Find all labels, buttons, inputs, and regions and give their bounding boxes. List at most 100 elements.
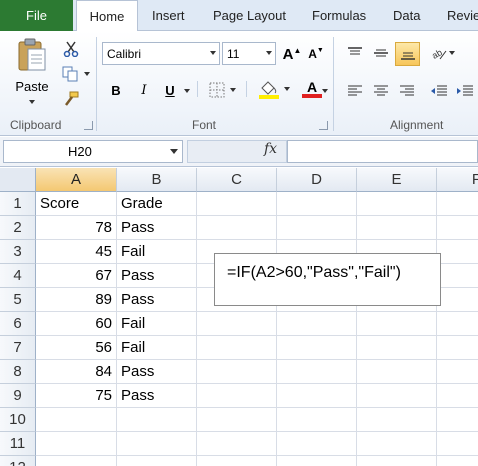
cell-c11[interactable] — [197, 432, 277, 456]
cell-e2[interactable] — [357, 216, 437, 240]
cell-e8[interactable] — [357, 360, 437, 384]
cell-a12[interactable] — [36, 456, 117, 466]
column-header-a[interactable]: A — [36, 168, 117, 192]
column-header-d[interactable]: D — [277, 168, 357, 192]
tab-review[interactable]: Revie — [447, 0, 478, 31]
cell-c7[interactable] — [197, 336, 277, 360]
row-header[interactable]: 11 — [0, 432, 36, 456]
insert-function-button[interactable]: fx — [264, 141, 277, 157]
row-header[interactable]: 10 — [0, 408, 36, 432]
row-header[interactable]: 12 — [0, 456, 36, 466]
cell-b11[interactable] — [117, 432, 197, 456]
cell-a11[interactable] — [36, 432, 117, 456]
cell-d12[interactable] — [277, 456, 357, 466]
italic-button[interactable]: I — [134, 80, 154, 100]
cell-b6[interactable]: Fail — [117, 312, 197, 336]
row-header[interactable]: 6 — [0, 312, 36, 336]
cell-f2[interactable] — [437, 216, 478, 240]
orientation-button[interactable]: ab — [428, 43, 458, 63]
row-header[interactable]: 9 — [0, 384, 36, 408]
fill-color-button[interactable] — [256, 78, 292, 100]
font-color-dropdown-icon[interactable] — [322, 89, 328, 93]
grow-font-button[interactable]: A ▲ — [282, 43, 302, 65]
cell-e1[interactable] — [357, 192, 437, 216]
cell-b4[interactable]: Pass — [117, 264, 197, 288]
cell-f3[interactable] — [437, 240, 478, 264]
align-left-button[interactable] — [344, 81, 366, 101]
cell-c12[interactable] — [197, 456, 277, 466]
cell-e10[interactable] — [357, 408, 437, 432]
cell-f11[interactable] — [437, 432, 478, 456]
cell-b12[interactable] — [117, 456, 197, 466]
cell-c1[interactable] — [197, 192, 277, 216]
row-header[interactable]: 4 — [0, 264, 36, 288]
paste-button[interactable]: Paste — [12, 37, 52, 127]
row-header[interactable]: 1 — [0, 192, 36, 216]
column-header-e[interactable]: E — [357, 168, 437, 192]
select-all-corner[interactable] — [0, 168, 36, 192]
cell-a8[interactable]: 84 — [36, 360, 117, 384]
cell-a4[interactable]: 67 — [36, 264, 117, 288]
cell-e7[interactable] — [357, 336, 437, 360]
row-header[interactable]: 7 — [0, 336, 36, 360]
decrease-indent-button[interactable] — [428, 81, 450, 101]
font-dialog-launcher-icon[interactable] — [319, 121, 328, 130]
tab-home[interactable]: Home — [76, 0, 138, 32]
cell-e6[interactable] — [357, 312, 437, 336]
cell-b9[interactable]: Pass — [117, 384, 197, 408]
cell-a7[interactable]: 56 — [36, 336, 117, 360]
cell-c6[interactable] — [197, 312, 277, 336]
copy-button[interactable] — [60, 64, 92, 84]
name-box-dropdown-icon[interactable] — [170, 149, 178, 154]
cell-d10[interactable] — [277, 408, 357, 432]
cell-d7[interactable] — [277, 336, 357, 360]
cell-d6[interactable] — [277, 312, 357, 336]
cell-a5[interactable]: 89 — [36, 288, 117, 312]
bold-button[interactable]: B — [106, 80, 126, 100]
row-header[interactable]: 2 — [0, 216, 36, 240]
cell-a2[interactable]: 78 — [36, 216, 117, 240]
underline-dropdown-icon[interactable] — [184, 89, 190, 93]
cell-c2[interactable] — [197, 216, 277, 240]
cell-d1[interactable] — [277, 192, 357, 216]
cell-e9[interactable] — [357, 384, 437, 408]
tab-data[interactable]: Data — [393, 0, 420, 31]
cell-f6[interactable] — [437, 312, 478, 336]
cell-b1[interactable]: Grade — [117, 192, 197, 216]
row-header[interactable]: 3 — [0, 240, 36, 264]
font-name-dropdown-icon[interactable] — [210, 51, 216, 55]
cell-b2[interactable]: Pass — [117, 216, 197, 240]
cut-button[interactable] — [60, 39, 82, 59]
cell-f1[interactable] — [437, 192, 478, 216]
cell-c8[interactable] — [197, 360, 277, 384]
cell-d9[interactable] — [277, 384, 357, 408]
format-painter-button[interactable] — [60, 89, 82, 109]
cell-f5[interactable] — [437, 288, 478, 312]
cell-f7[interactable] — [437, 336, 478, 360]
cell-d8[interactable] — [277, 360, 357, 384]
align-bottom-button[interactable] — [395, 42, 420, 66]
cell-b5[interactable]: Pass — [117, 288, 197, 312]
cell-b7[interactable]: Fail — [117, 336, 197, 360]
clipboard-dialog-launcher-icon[interactable] — [84, 121, 93, 130]
column-header-f[interactable]: F — [437, 168, 478, 192]
row-header[interactable]: 5 — [0, 288, 36, 312]
cell-a6[interactable]: 60 — [36, 312, 117, 336]
align-right-button[interactable] — [396, 81, 418, 101]
font-size-dropdown-icon[interactable] — [266, 51, 272, 55]
cell-b3[interactable]: Fail — [117, 240, 197, 264]
align-middle-button[interactable] — [370, 43, 392, 63]
column-header-b[interactable]: B — [117, 168, 197, 192]
cell-a1[interactable]: Score — [36, 192, 117, 216]
cell-b10[interactable] — [117, 408, 197, 432]
name-box[interactable]: H20 — [3, 140, 183, 163]
tab-file[interactable]: File — [0, 0, 73, 31]
cell-f4[interactable] — [437, 264, 478, 288]
row-header[interactable]: 8 — [0, 360, 36, 384]
font-size-combo[interactable]: 11 — [222, 42, 276, 65]
cell-b8[interactable]: Pass — [117, 360, 197, 384]
increase-indent-button[interactable] — [454, 81, 476, 101]
formula-input[interactable] — [287, 140, 478, 163]
tab-formulas[interactable]: Formulas — [312, 0, 366, 31]
cell-f9[interactable] — [437, 384, 478, 408]
